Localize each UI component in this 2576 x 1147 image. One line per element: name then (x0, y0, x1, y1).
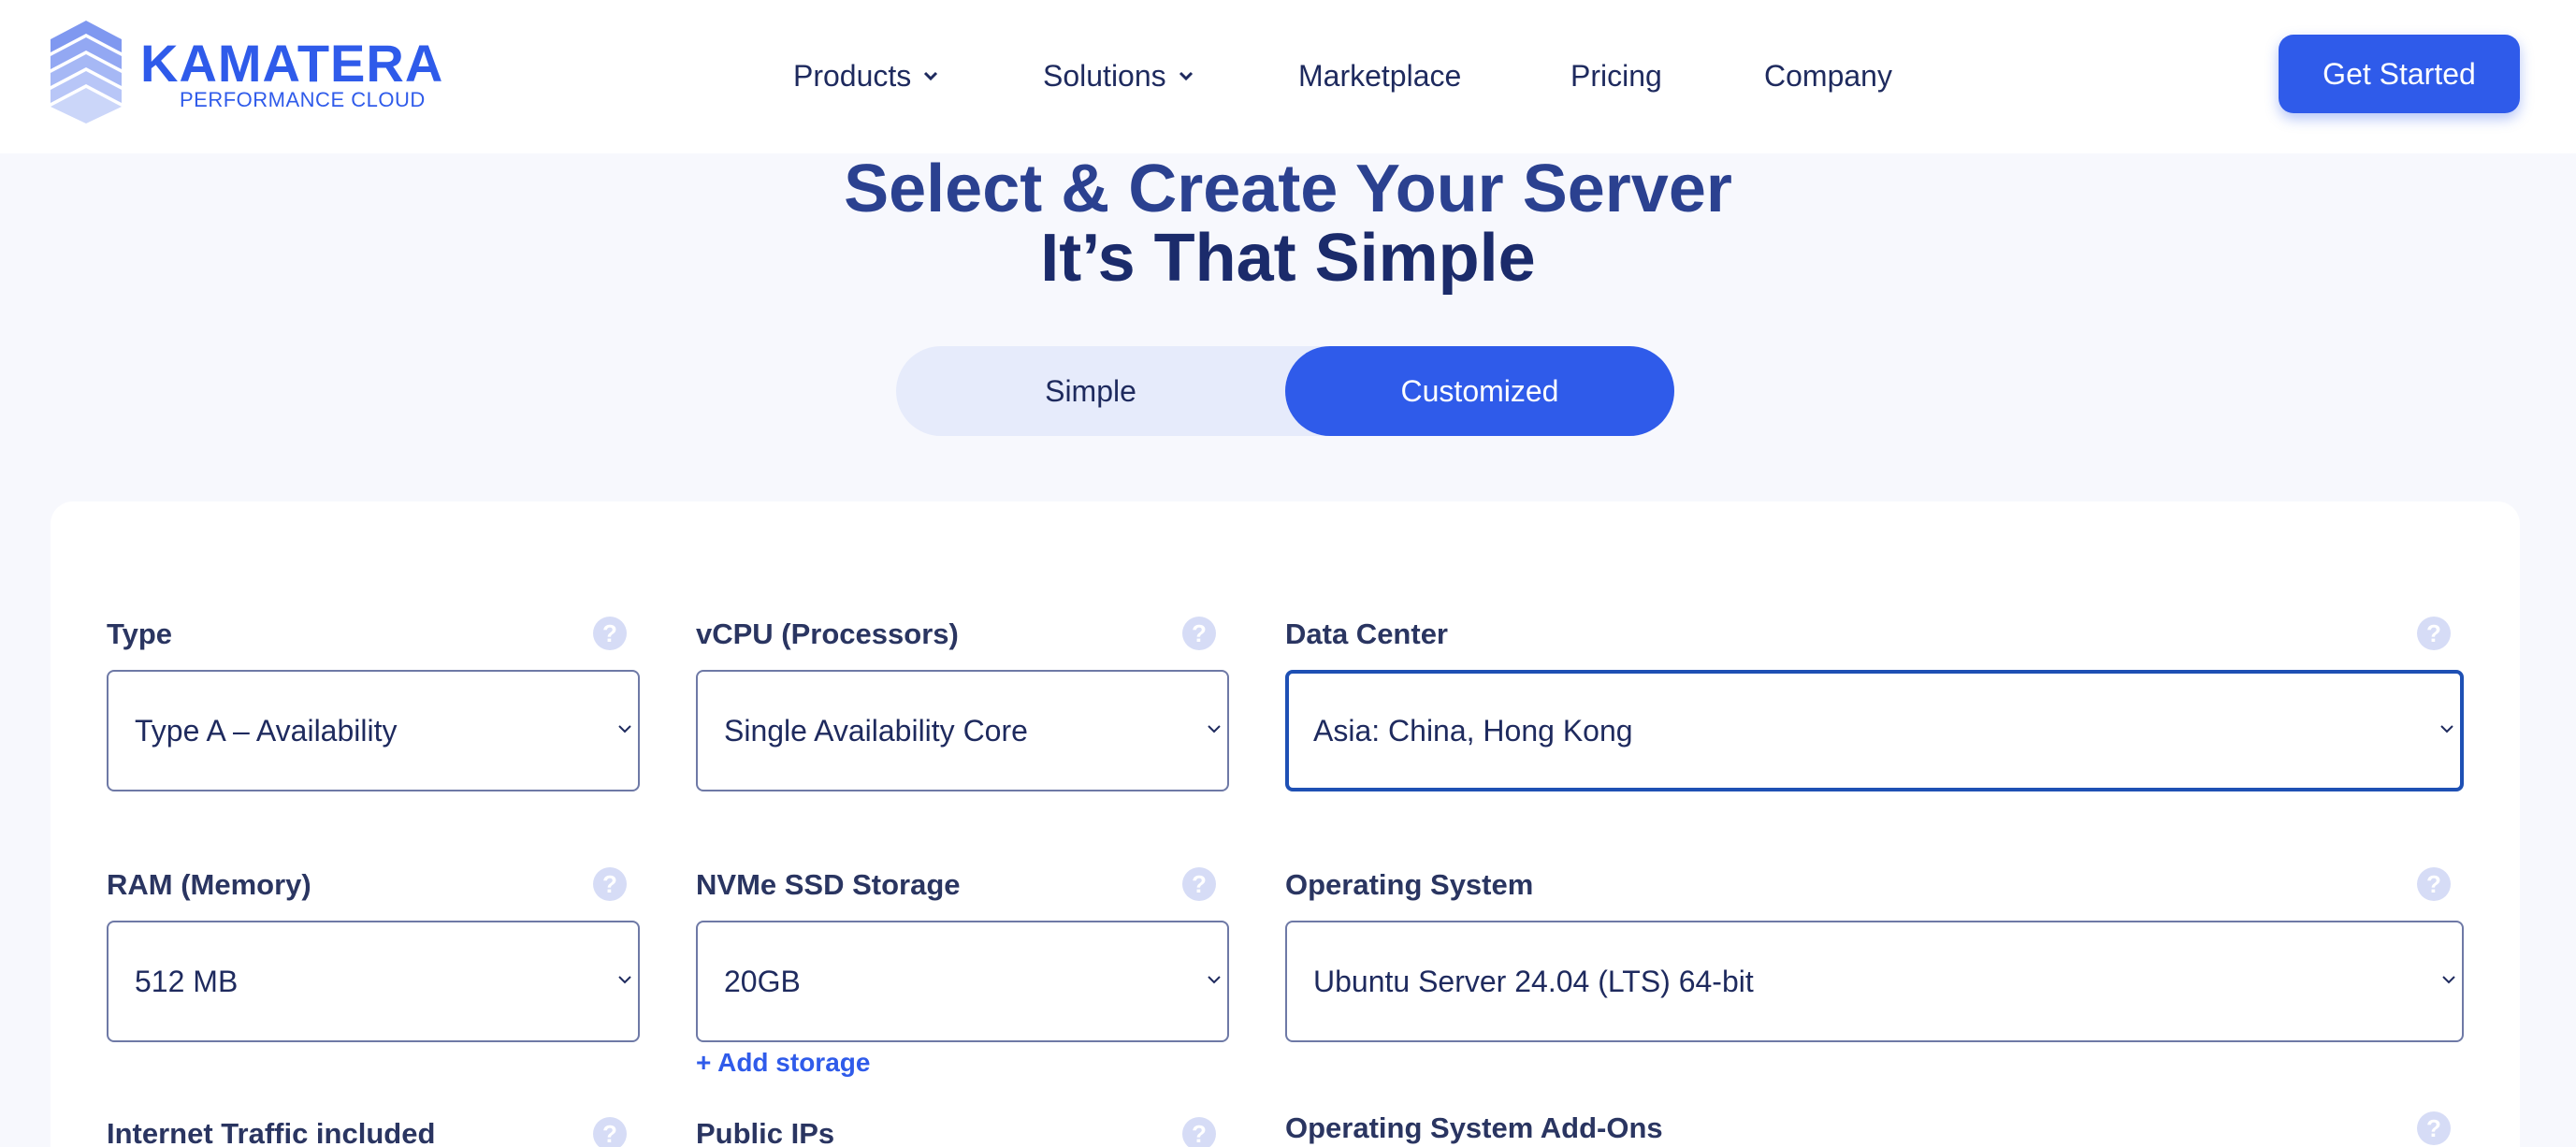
get-started-button[interactable]: Get Started (2279, 35, 2520, 113)
brand-logo[interactable]: KAMATERA PERFORMANCE CLOUD (47, 21, 444, 125)
ram-select[interactable]: 512 MB (107, 921, 640, 1042)
storage-label: NVMe SSD Storage (696, 868, 961, 901)
data-center-label: Data Center (1285, 617, 1448, 650)
type-label: Type (107, 617, 173, 650)
vcpu-select[interactable]: Single Availability Core (696, 670, 1229, 791)
chevron-down-icon (2442, 976, 2455, 984)
ram-label: RAM (Memory) (107, 868, 311, 901)
chevron-down-icon (1208, 976, 1221, 984)
nav-item-company[interactable]: Company (1764, 52, 1892, 99)
os-addons-label: Operating System Add-Ons (1285, 1111, 1663, 1144)
ram-select-value: 512 MB (135, 964, 239, 998)
nav-item-label: Marketplace (1298, 59, 1462, 93)
type-select[interactable]: Type A – Availability (107, 670, 640, 791)
nav-item-label: Company (1764, 59, 1892, 93)
os-label: Operating System (1285, 868, 1534, 901)
data-center-select-value: Asia: China, Hong Kong (1313, 713, 1633, 748)
question-mark-icon[interactable]: ? (593, 617, 627, 650)
question-mark-icon[interactable]: ? (1182, 617, 1216, 650)
chevron-down-icon (2440, 725, 2453, 733)
vcpu-select-value: Single Availability Core (724, 713, 1028, 748)
nav-item-marketplace[interactable]: Marketplace (1298, 52, 1461, 99)
nav-item-products[interactable]: Products (793, 52, 939, 99)
public-ips-label: Public IPs (696, 1117, 835, 1147)
os-select[interactable]: Ubuntu Server 24.04 (LTS) 64-bit (1285, 921, 2464, 1042)
site-header: KAMATERA PERFORMANCE CLOUD Products Solu… (0, 0, 2576, 153)
chevron-down-icon (924, 71, 938, 81)
nav-item-label: Products (793, 59, 912, 93)
os-select-value: Ubuntu Server 24.04 (LTS) 64-bit (1313, 964, 1754, 998)
page-subtitle: It’s That Simple (1040, 221, 1536, 296)
nav-item-solutions[interactable]: Solutions (1043, 52, 1194, 99)
kamatera-logo-icon (51, 21, 122, 123)
nav-item-pricing[interactable]: Pricing (1570, 52, 1662, 99)
add-storage-link[interactable]: + Add storage (696, 1048, 870, 1078)
data-center-select[interactable]: Asia: China, Hong Kong (1285, 670, 2464, 791)
mode-toggle: Simple Customized (896, 346, 1674, 436)
chevron-down-icon (618, 725, 631, 733)
server-config-card: Type ? Type A – Availability vCPU (Proce… (51, 501, 2520, 1147)
chevron-down-icon (1179, 71, 1193, 81)
storage-select-value: 20GB (724, 964, 801, 998)
question-mark-icon[interactable]: ? (1182, 1117, 1216, 1147)
chevron-down-icon (618, 976, 631, 984)
question-mark-icon[interactable]: ? (2417, 1111, 2451, 1145)
page-title: Select & Create Your Server (844, 152, 1732, 226)
toggle-simple[interactable]: Simple (896, 346, 1285, 436)
brand-name: KAMATERA (140, 34, 444, 93)
question-mark-icon[interactable]: ? (593, 1117, 627, 1147)
type-select-value: Type A – Availability (135, 713, 398, 748)
question-mark-icon[interactable]: ? (2417, 617, 2451, 650)
storage-select[interactable]: 20GB (696, 921, 1229, 1042)
traffic-label: Internet Traffic included (107, 1117, 436, 1147)
question-mark-icon[interactable]: ? (593, 867, 627, 901)
brand-tagline: PERFORMANCE CLOUD (180, 88, 426, 111)
nav-item-label: Pricing (1570, 59, 1662, 93)
question-mark-icon[interactable]: ? (1182, 867, 1216, 901)
chevron-down-icon (1208, 725, 1221, 733)
question-mark-icon[interactable]: ? (2417, 867, 2451, 901)
toggle-customized[interactable]: Customized (1285, 346, 1674, 436)
nav-item-label: Solutions (1043, 59, 1166, 93)
vcpu-label: vCPU (Processors) (696, 617, 959, 650)
